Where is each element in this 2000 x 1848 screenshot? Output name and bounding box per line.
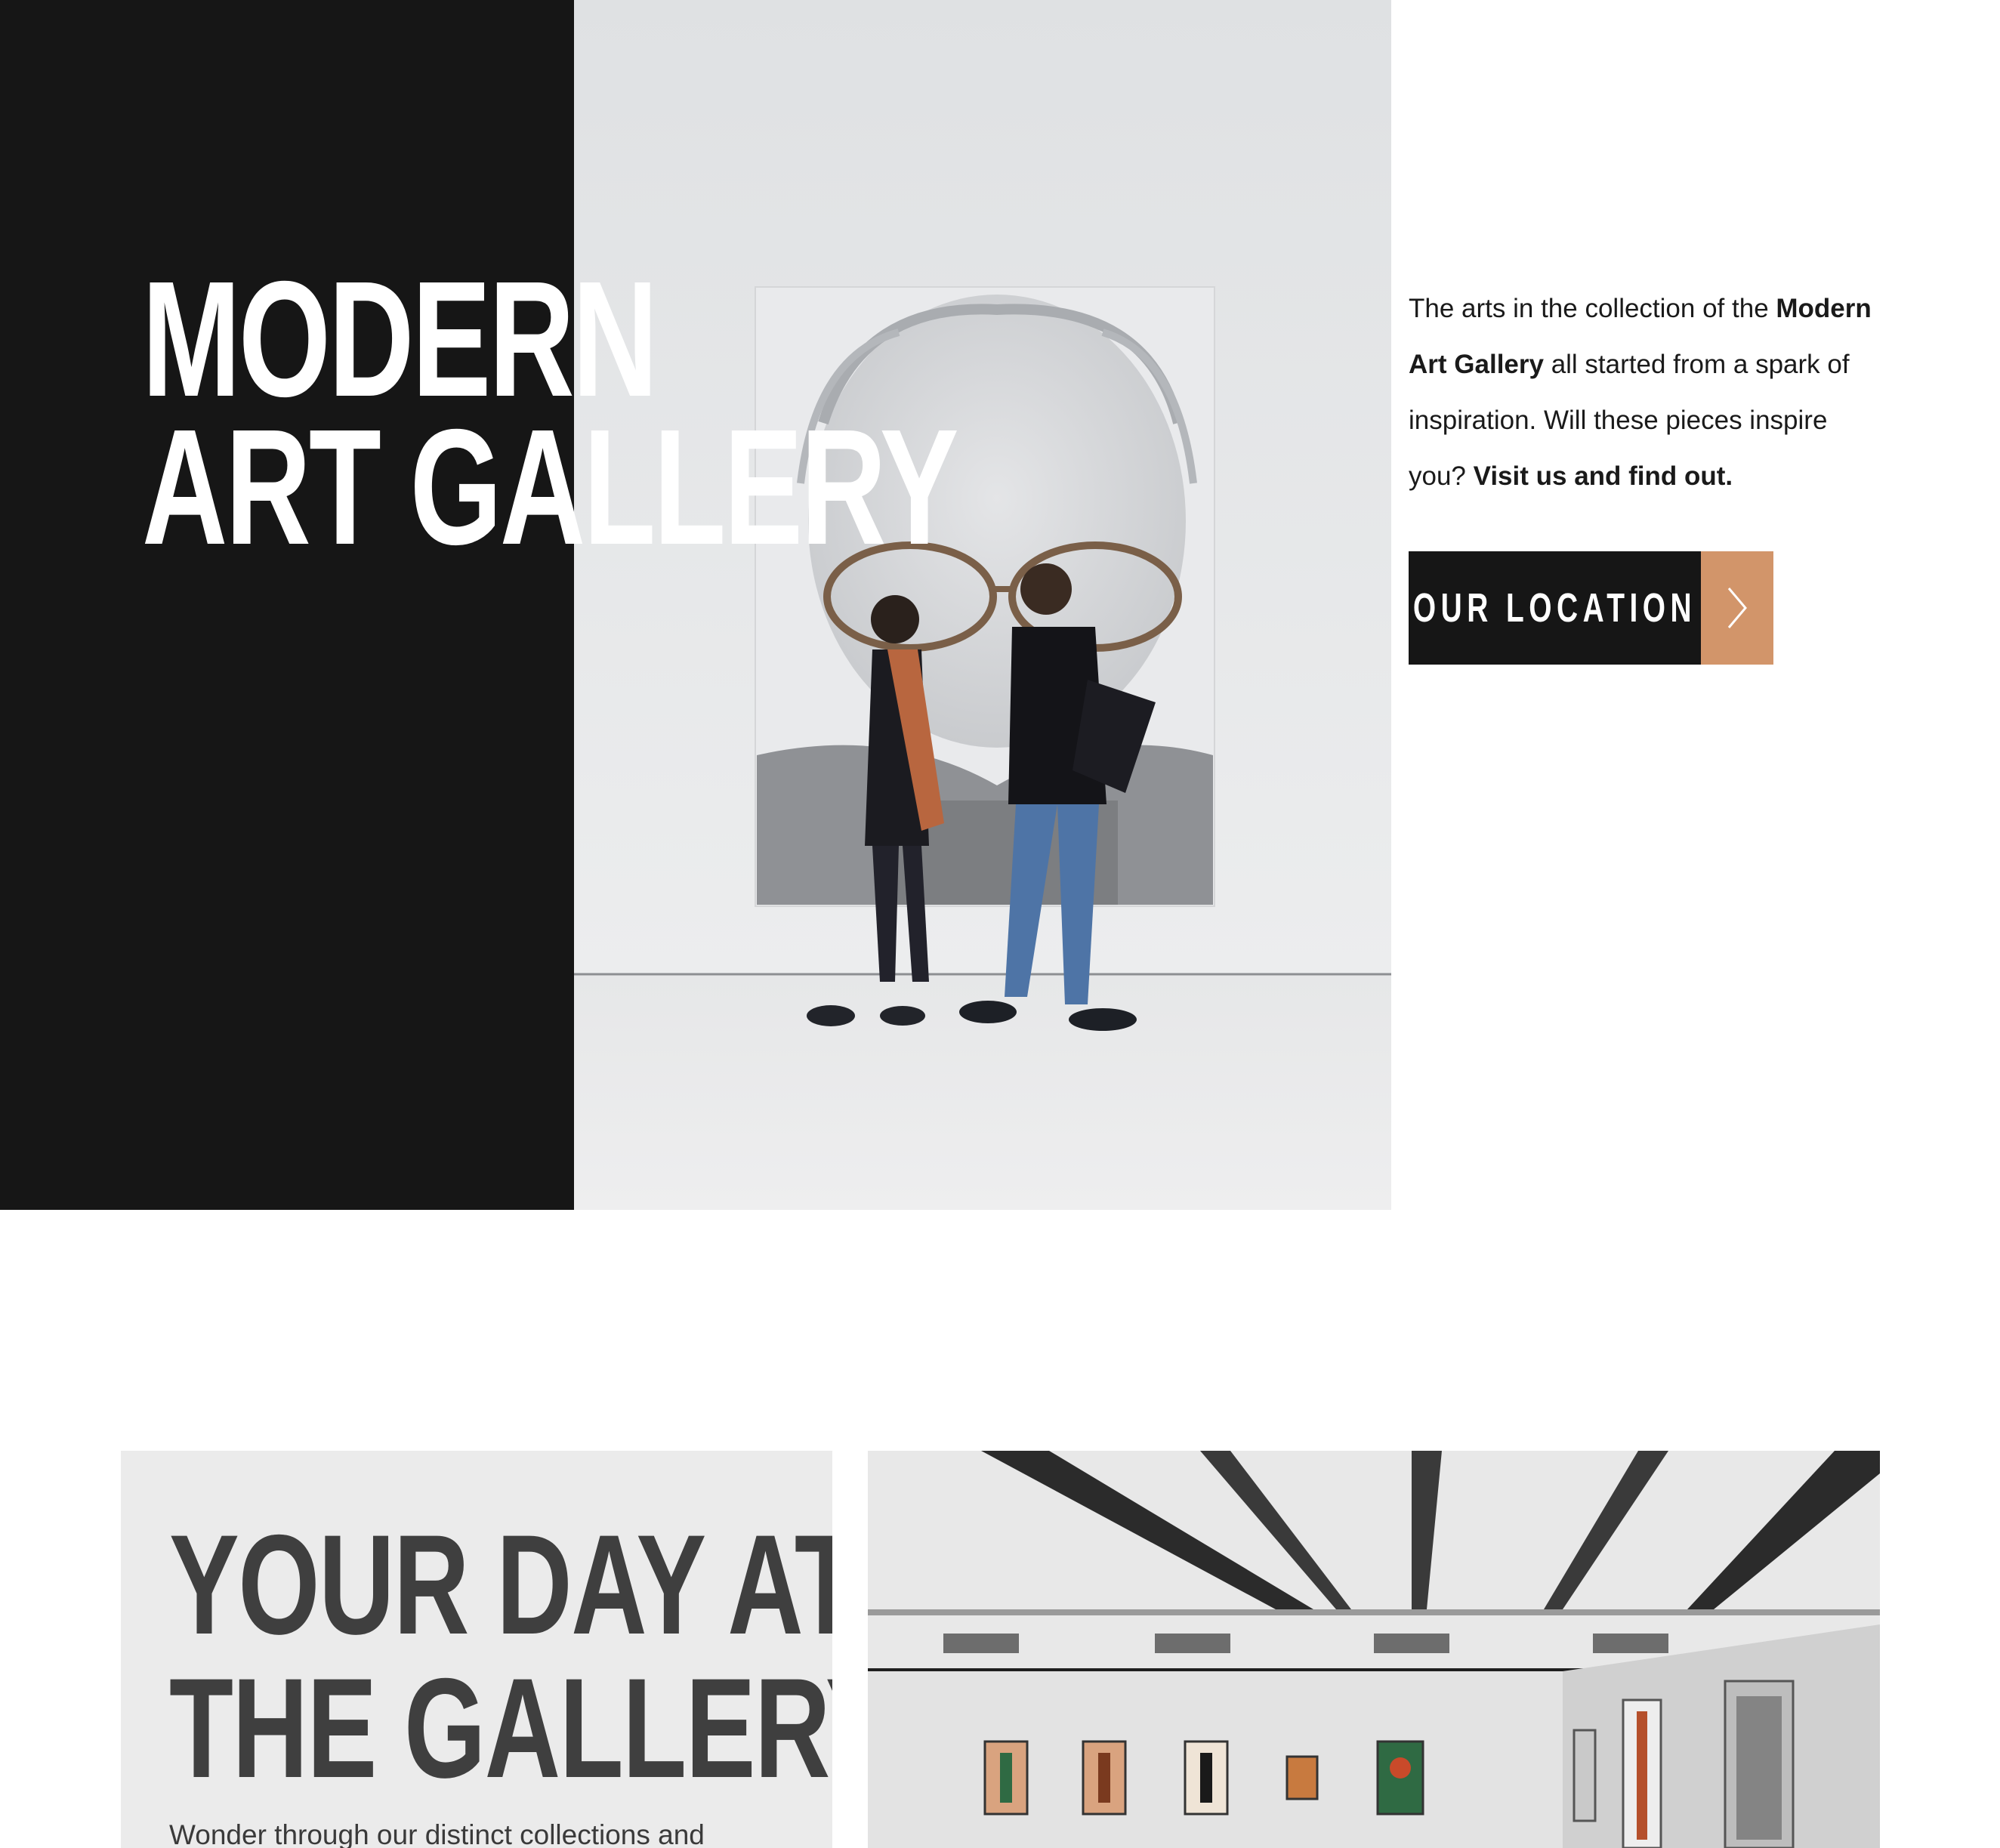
hero-photo [574,0,1391,1210]
hero-intro-part1: The arts in the collection of the [1409,294,1776,323]
day-title-line2: THE GALLERY [169,1649,832,1807]
hero-title: MODERN ART GALLERY [142,248,958,579]
day-title-line1: YOUR DAY AT [169,1505,832,1664]
day-at-gallery-title: YOUR DAY AT THE GALLERY [169,1513,832,1800]
chevron-right-icon [1727,588,1747,628]
our-location-label: OUR LOCATION [1412,585,1697,631]
day-at-gallery-text: Wonder through our distinct collections … [169,1819,705,1848]
hero-title-line1: MODERN [142,248,658,431]
hero-photo-image [574,0,1391,1210]
gallery-interior-photo [868,1451,1880,1848]
our-location-button[interactable]: OUR LOCATION [1409,551,1773,665]
hero-intro-text: The arts in the collection of the Modern… [1409,281,1892,504]
gallery-interior-image [868,1451,1880,1848]
day-at-gallery-panel: YOUR DAY AT THE GALLERY Wonder through o… [121,1451,832,1848]
our-location-label-box[interactable]: OUR LOCATION [1409,551,1701,665]
hero-title-line2: ART GALLERY [142,396,958,579]
hero-dark-panel [0,0,574,1210]
our-location-arrow-box[interactable] [1701,551,1773,665]
hero-intro-call-to-action: Visit us and find out. [1473,461,1733,491]
